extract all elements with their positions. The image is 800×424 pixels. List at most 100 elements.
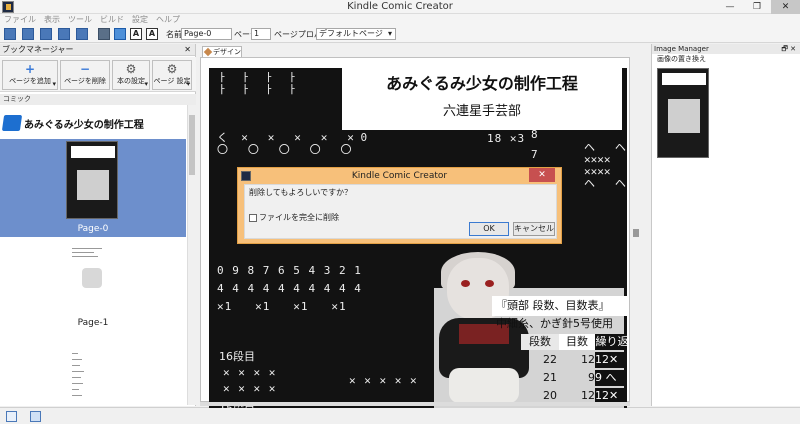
thumb-photo-area — [668, 99, 700, 133]
menu-bar: ファイル 表示 ツール ビルド 設定 ヘルプ — [0, 14, 800, 26]
add-page-button[interactable]: + ページを追加 — [2, 60, 58, 90]
page-item-1[interactable]: Page-1 — [0, 240, 186, 335]
minimize-button[interactable]: — — [717, 0, 743, 14]
text-style-icon[interactable]: A — [146, 28, 158, 40]
menu-file[interactable]: ファイル — [0, 14, 40, 26]
table-cell: 21 — [543, 371, 557, 384]
restore-button[interactable]: ❐ — [744, 0, 770, 14]
close-button[interactable]: ✕ — [771, 0, 800, 14]
menu-tools[interactable]: ツール — [64, 14, 96, 26]
menu-build[interactable]: ビルド — [96, 14, 128, 26]
thumb-doll-image — [82, 268, 102, 288]
pattern-x-row-a: ✕ ✕ ✕ ✕ — [223, 366, 277, 379]
delete-file-checkbox[interactable]: ファイルを完全に削除 — [249, 212, 339, 223]
thumb-line — [72, 389, 79, 390]
build-icon[interactable] — [76, 28, 88, 40]
image-thumbnail[interactable] — [657, 68, 709, 158]
page-item-0[interactable]: Page-0 — [0, 139, 186, 237]
new-book-icon[interactable] — [4, 28, 16, 40]
image-manager-controls: 🗗 ✕ — [781, 44, 796, 54]
pattern-symbols-right: ヘ ヘ ✕✕✕✕ ✕✕✕✕ ヘ ヘ — [584, 141, 626, 190]
table-cell: 12✕ — [595, 352, 627, 368]
menu-help[interactable]: ヘルプ — [152, 14, 184, 26]
pattern-symbols-rows: く ✕ ✕ ✕ ✕ ✕ 0 〇 〇 〇 〇 〇 — [217, 131, 368, 156]
manga-title-panel: あみぐるみ少女の制作工程 六連星手芸部 — [342, 68, 622, 130]
checkbox-box[interactable] — [249, 213, 257, 222]
book-settings-label: 本の設定 — [117, 77, 145, 85]
list-view-icon[interactable] — [6, 411, 17, 422]
page-props-select[interactable]: デフォルトページ — [316, 28, 396, 40]
thumb-line — [72, 256, 98, 257]
save-book-icon[interactable] — [40, 28, 52, 40]
thumb-line — [72, 353, 78, 354]
table-head-repeat: 繰り返 — [595, 334, 627, 350]
page-2-thumbnail — [66, 347, 118, 403]
preview-icon[interactable] — [58, 28, 70, 40]
pattern-x1-row: ✕1 ✕1 ✕1 ✕1 — [217, 300, 347, 313]
manga-title: あみぐるみ少女の制作工程 — [386, 74, 578, 93]
dialog-body: 削除してもよろしいですか？ ファイルを完全に削除 OK キャンセル — [244, 184, 557, 239]
title-bar: Kindle Comic Creator — ❐ ✕ — [0, 0, 800, 14]
page-gear-icon: ⚙ — [166, 62, 178, 76]
open-book-icon[interactable] — [22, 28, 34, 40]
page-item-2[interactable] — [0, 345, 186, 405]
menu-view[interactable]: 表示 — [40, 14, 64, 26]
dialog-title: Kindle Comic Creator — [351, 171, 448, 181]
cancel-button[interactable]: キャンセル — [513, 222, 555, 236]
row-16-label: 16段目 — [219, 350, 255, 363]
pattern-x-row-c: ✕ ✕ ✕ ✕ ✕ — [349, 374, 418, 387]
table-cell: 22 — [543, 353, 557, 366]
delete-page-button[interactable]: − ページを削除 — [60, 60, 110, 90]
panel-view-icon[interactable] — [114, 28, 126, 40]
insert-image-icon[interactable] — [98, 28, 110, 40]
book-title: あみぐるみ少女の制作工程 — [24, 120, 144, 131]
page-1-label: Page-1 — [77, 318, 109, 328]
doll-legs — [449, 368, 519, 403]
replace-image-header: 画像の置き換え — [657, 55, 706, 63]
dialog-close-button[interactable]: ✕ — [529, 168, 555, 182]
table-head-stitches: 目数 — [559, 334, 595, 350]
thumb-photo-area — [77, 170, 109, 200]
book-icon — [1, 115, 23, 131]
thumb-line — [72, 371, 84, 372]
image-manager-title: Image Manager — [654, 45, 709, 53]
table-head-rows: 段数 — [521, 334, 559, 350]
image-manager-panel: Image Manager 🗗 ✕ 画像の置き換え — [651, 44, 800, 406]
thumb-line — [72, 395, 82, 396]
page-number-input[interactable]: 1 — [251, 28, 271, 40]
page-name-input[interactable]: Page-0 — [181, 28, 232, 40]
scrollbar-thumb[interactable] — [189, 115, 195, 175]
doll-eye-left — [461, 280, 470, 287]
count-table-title: 『頭部 段数、目数表』 — [492, 296, 627, 316]
scrollbar-thumb[interactable] — [633, 229, 639, 237]
thumb-line — [72, 383, 83, 384]
main-toolbar: A A 名前 Page-0 ページ 1 ページプロパティ デフォルトページ — [0, 26, 800, 43]
status-bar — [0, 407, 800, 424]
count-table-subtitle: 中細糸、かぎ針5号使用 — [496, 317, 613, 330]
book-manager-scrollbar[interactable] — [187, 105, 196, 405]
table-cell: 12 — [581, 353, 595, 366]
page-settings-button[interactable]: ⚙ ページ 設定 — [152, 60, 192, 90]
book-manager-close-icon[interactable]: ✕ — [184, 44, 191, 56]
grid-view-icon[interactable] — [30, 411, 41, 422]
table-cell: 9 — [588, 371, 595, 384]
design-vertical-scrollbar[interactable] — [630, 57, 642, 402]
thumb-line — [72, 359, 82, 360]
book-tree-item[interactable]: あみぐるみ少女の制作工程 — [0, 112, 186, 134]
col-num-7: 7 — [531, 148, 539, 161]
window-title: Kindle Comic Creator — [347, 1, 453, 12]
ok-button[interactable]: OK — [469, 222, 509, 236]
book-settings-button[interactable]: ⚙ 本の設定 — [112, 60, 150, 90]
text-tool-icon[interactable]: A — [130, 28, 142, 40]
add-page-label: ページを追加 — [9, 77, 51, 85]
tab-design[interactable]: デザイン — [202, 46, 242, 57]
delete-confirm-dialog: Kindle Comic Creator ✕ 削除してもよろしいですか？ ファイ… — [237, 167, 562, 244]
col-num-8: 8 — [531, 128, 539, 141]
minus-icon: − — [79, 62, 91, 76]
image-manager-header: Image Manager 🗗 ✕ — [652, 44, 800, 54]
image-manager-close-icon[interactable]: ✕ — [790, 45, 796, 53]
float-panel-icon[interactable]: 🗗 — [781, 45, 788, 53]
thumb-line — [72, 252, 94, 253]
design-horizontal-scrollbar[interactable] — [200, 402, 630, 406]
menu-settings[interactable]: 設定 — [128, 14, 152, 26]
